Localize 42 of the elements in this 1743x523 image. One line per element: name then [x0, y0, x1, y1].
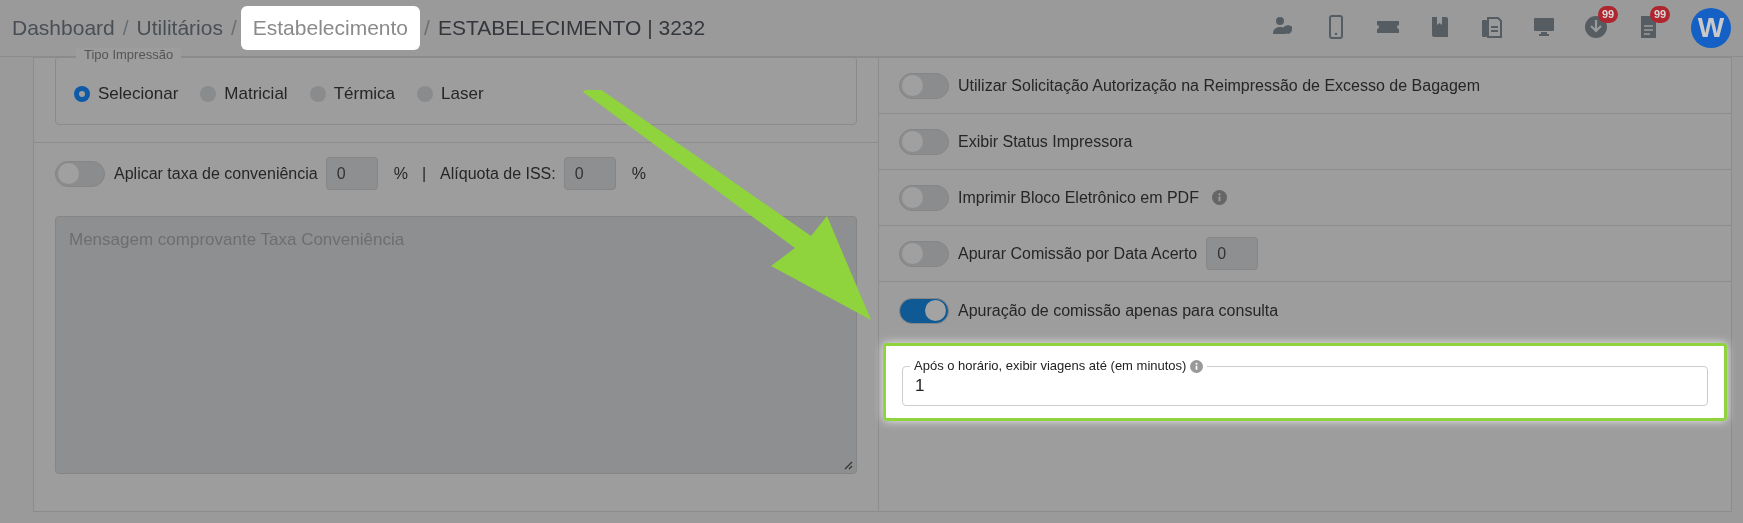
count-badge: 99 [1598, 6, 1619, 23]
radio-label: Térmica [333, 82, 396, 105]
toggle-switch[interactable] [55, 160, 105, 187]
radio-label: Laser [441, 82, 484, 105]
radio-label: Selecionar [98, 82, 179, 105]
breadcrumb-separator: / [424, 15, 430, 42]
field-label: Alíquota de ISS: [440, 163, 556, 184]
toggle-switch[interactable] [899, 240, 949, 267]
breadcrumb-separator: / [122, 15, 129, 42]
toggle-label: Aplicar taxa de conveniência [114, 163, 318, 184]
toggle-label: Apurar Comissão por Data Acerto [958, 243, 1198, 264]
info-icon[interactable] [1211, 190, 1227, 205]
count-badge: 99 [1650, 6, 1671, 23]
breadcrumb-item[interactable]: Utilitários [132, 12, 227, 44]
toggle-label: Apuração de comissão apenas para consulta [958, 300, 1279, 321]
radio-button[interactable] [74, 85, 90, 102]
info-icon[interactable] [1190, 359, 1204, 373]
toggle-switch[interactable] [899, 184, 949, 211]
unit-label: % [631, 163, 646, 184]
radio-label: Matricial [224, 82, 288, 105]
toggle-switch[interactable] [899, 297, 949, 324]
breadcrumb-item: ESTABELECIMENTO | 3232 [436, 15, 707, 42]
breadcrumb-item[interactable]: Estabelecimento [240, 6, 421, 50]
breadcrumb-separator: / [230, 15, 237, 42]
toggle-label: Imprimir Bloco Eletrônico em PDF [958, 187, 1199, 208]
number-input[interactable]: 0 [1206, 237, 1259, 270]
user-avatar[interactable]: W [1691, 8, 1731, 48]
toggle-switch[interactable] [899, 128, 949, 155]
toggle-label: Exibir Status Impressora [958, 131, 1133, 152]
separator-text: | [421, 163, 427, 184]
field-label: Após o horário, exibir viagens até (em minutos) [914, 357, 1187, 375]
fieldset-legend: Tipo Impressão [76, 48, 182, 61]
unit-label: % [393, 163, 408, 184]
input-value: 1 [915, 375, 925, 398]
monitor-icon[interactable] [1532, 15, 1556, 39]
breadcrumb-item[interactable]: Dashboard [8, 12, 119, 44]
fax-icon[interactable] [1480, 15, 1504, 39]
toggle-switch[interactable] [899, 72, 949, 99]
toggle-label: Utilizar Solicitação Autorização na Reimpressão de Excesso de Bagagem [958, 75, 1481, 96]
resize-handle-icon[interactable] [844, 461, 853, 470]
iss-input[interactable]: 0 [563, 157, 616, 190]
fee-input[interactable]: 0 [325, 157, 378, 190]
